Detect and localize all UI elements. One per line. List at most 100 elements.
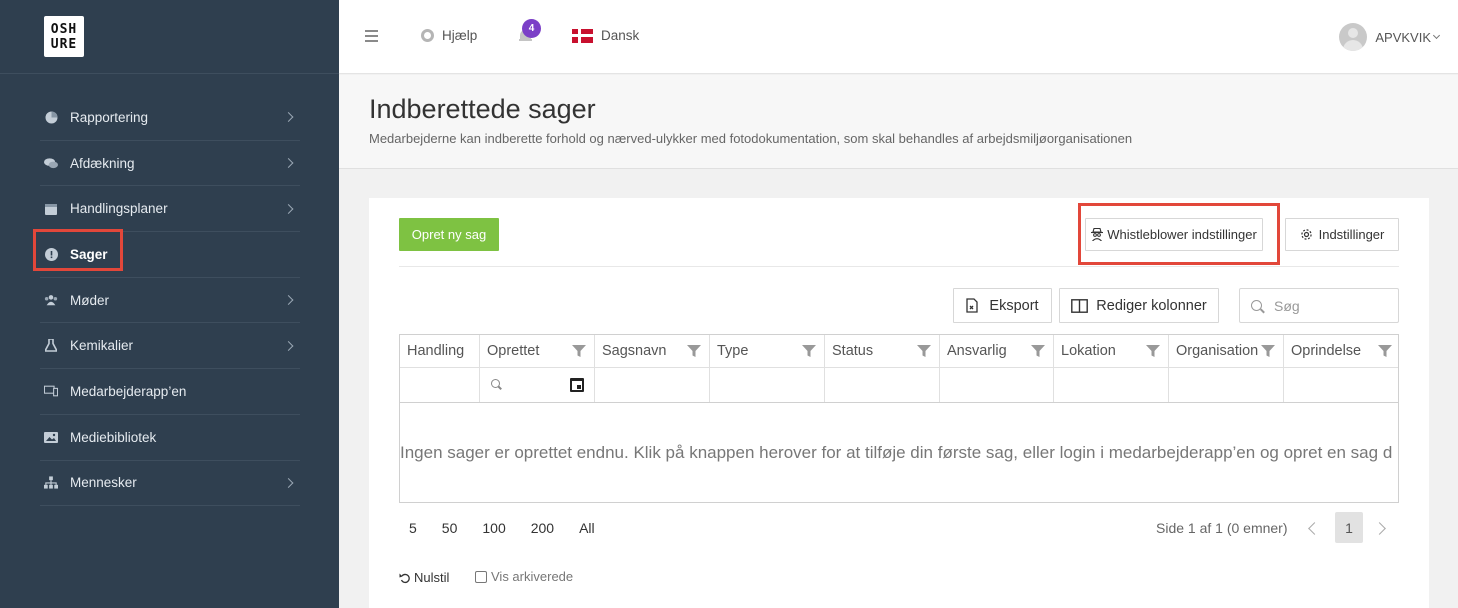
settings-button[interactable]: Indstillinger — [1285, 218, 1399, 251]
filter-input-ansvarlig[interactable] — [940, 368, 1054, 402]
danish-flag-icon — [572, 28, 593, 43]
calendar-icon[interactable] — [570, 378, 584, 392]
reset-button[interactable]: Nulstil — [399, 570, 449, 585]
language-label: Dansk — [601, 28, 640, 43]
edit-columns-button[interactable]: Rediger kolonner — [1059, 288, 1219, 323]
column-header-lokation[interactable]: Lokation — [1054, 335, 1169, 367]
sidebar-item-mennesker[interactable]: Mennesker — [40, 461, 300, 507]
table-header-row: Handling Oprettet Sagsnavn Type Status A… — [400, 335, 1398, 368]
sidebar-item-label: Møder — [70, 292, 110, 308]
show-archived-checkbox[interactable] — [475, 570, 487, 583]
filter-input-status[interactable] — [825, 368, 940, 402]
sidebar-item-afdaekning[interactable]: Afdækning — [40, 141, 300, 187]
sidebar-item-rapportering[interactable]: Rapportering — [40, 95, 300, 141]
table-filter-row — [400, 368, 1398, 403]
filter-icon[interactable] — [1146, 344, 1160, 358]
chevron-right-icon — [283, 340, 294, 351]
org-chart-icon — [44, 476, 58, 490]
sidebar-item-label: Sager — [70, 246, 108, 262]
empty-table-message: Ingen sager er oprettet endnu. Klik på k… — [400, 443, 1393, 462]
page-size-option[interactable]: 5 — [409, 520, 417, 536]
export-button[interactable]: Eksport — [953, 288, 1052, 323]
date-filter-input[interactable] — [480, 368, 595, 402]
page-header: Indberettede sager Medarbejderne kan ind… — [339, 75, 1458, 169]
sidebar-item-label: Mediebibliotek — [70, 429, 157, 445]
column-header-organisation[interactable]: Organisation — [1169, 335, 1284, 367]
column-header-handling[interactable]: Handling — [400, 335, 480, 367]
sidebar-item-label: Rapportering — [70, 109, 149, 125]
page-size-option[interactable]: 50 — [442, 520, 458, 536]
page-size-option[interactable]: 100 — [482, 520, 505, 536]
chevron-left-icon[interactable] — [1308, 522, 1321, 535]
devices-icon — [44, 384, 58, 398]
column-header-oprindelse[interactable]: Oprindelse — [1284, 335, 1398, 367]
column-header-ansvarlig[interactable]: Ansvarlig — [940, 335, 1054, 367]
filter-icon[interactable] — [687, 344, 701, 358]
column-header-oprettet[interactable]: Oprettet — [480, 335, 595, 367]
page-size-selector: 5 50 100 200 All — [409, 520, 620, 536]
chevron-down-icon — [1432, 31, 1441, 40]
sidebar-item-handlingsplaner[interactable]: Handlingsplaner — [40, 186, 300, 233]
search-placeholder: Søg — [1274, 297, 1300, 314]
column-label: Type — [717, 343, 749, 359]
current-page-button[interactable]: 1 — [1335, 512, 1363, 543]
column-header-status[interactable]: Status — [825, 335, 940, 367]
chevron-right-icon — [283, 203, 294, 214]
column-label: Lokation — [1061, 343, 1116, 359]
filter-input-sagsnavn[interactable] — [595, 368, 710, 402]
filter-input-lokation[interactable] — [1054, 368, 1169, 402]
help-label: Hjælp — [442, 28, 478, 43]
sidebar-item-kemikalier[interactable]: Kemikalier — [40, 323, 300, 370]
whistleblower-settings-button[interactable]: Whistleblower indstillinger — [1085, 218, 1263, 251]
gear-icon — [1300, 229, 1312, 240]
column-label: Organisation — [1176, 343, 1259, 359]
column-label: Sagsnavn — [602, 343, 667, 359]
filter-icon[interactable] — [802, 344, 816, 358]
user-menu[interactable]: APVKVIK — [1339, 23, 1441, 51]
show-archived-toggle[interactable]: Vis arkiverede — [475, 569, 573, 584]
search-input[interactable]: Søg — [1239, 288, 1399, 323]
chevron-right-icon[interactable] — [1373, 522, 1386, 535]
column-label: Oprindelse — [1291, 343, 1362, 359]
page-size-option[interactable]: 200 — [531, 520, 554, 536]
sidebar-item-sager[interactable]: Sager — [40, 232, 300, 278]
notification-badge: 4 — [522, 19, 541, 38]
logo-line-2: URE — [50, 36, 78, 52]
chevron-right-icon — [283, 112, 294, 123]
sidebar-nav: Rapportering Afdækning Handlingsplaner S… — [40, 95, 300, 507]
filter-icon[interactable] — [1031, 344, 1045, 358]
create-case-button[interactable]: Opret ny sag — [399, 218, 499, 251]
sidebar-item-medarbejderappen[interactable]: Medarbejderapp’en — [40, 369, 300, 415]
filter-icon[interactable] — [572, 344, 586, 358]
filter-cell-handling — [400, 368, 480, 402]
reset-label: Nulstil — [414, 570, 450, 585]
sidebar-item-moder[interactable]: Møder — [40, 278, 300, 324]
sidebar: OSH URE Rapportering Afdækning Handlings… — [0, 0, 339, 608]
filter-icon[interactable] — [917, 344, 931, 358]
filter-icon[interactable] — [1378, 344, 1392, 358]
column-header-type[interactable]: Type — [710, 335, 825, 367]
column-header-sagsnavn[interactable]: Sagsnavn — [595, 335, 710, 367]
divider — [399, 266, 1399, 267]
whistleblower-settings-label: Whistleblower indstillinger — [1107, 227, 1257, 242]
export-file-icon — [966, 298, 979, 313]
language-selector[interactable]: Dansk — [572, 28, 639, 43]
filter-icon[interactable] — [1261, 344, 1275, 358]
logo[interactable]: OSH URE — [44, 16, 84, 57]
filter-input-oprindelse[interactable] — [1284, 368, 1398, 402]
sidebar-item-mediebibliotek[interactable]: Mediebibliotek — [40, 415, 300, 461]
calendar-icon — [44, 202, 58, 216]
sidebar-item-label: Afdækning — [70, 155, 135, 171]
column-label: Ansvarlig — [947, 343, 1007, 359]
columns-icon — [1071, 298, 1089, 313]
filter-input-organisation[interactable] — [1169, 368, 1284, 402]
page-info: Side 1 af 1 (0 emner) — [1156, 520, 1288, 536]
sidebar-item-label: Medarbejderapp’en — [70, 383, 187, 399]
sidebar-item-label: Mennesker — [70, 475, 137, 491]
page-description: Medarbejderne kan indberette forhold og … — [369, 131, 1133, 146]
export-label: Eksport — [989, 297, 1039, 314]
hamburger-menu-icon[interactable] — [365, 30, 378, 42]
page-size-option[interactable]: All — [579, 520, 595, 536]
help-link[interactable]: Hjælp — [421, 28, 477, 43]
filter-input-type[interactable] — [710, 368, 825, 402]
